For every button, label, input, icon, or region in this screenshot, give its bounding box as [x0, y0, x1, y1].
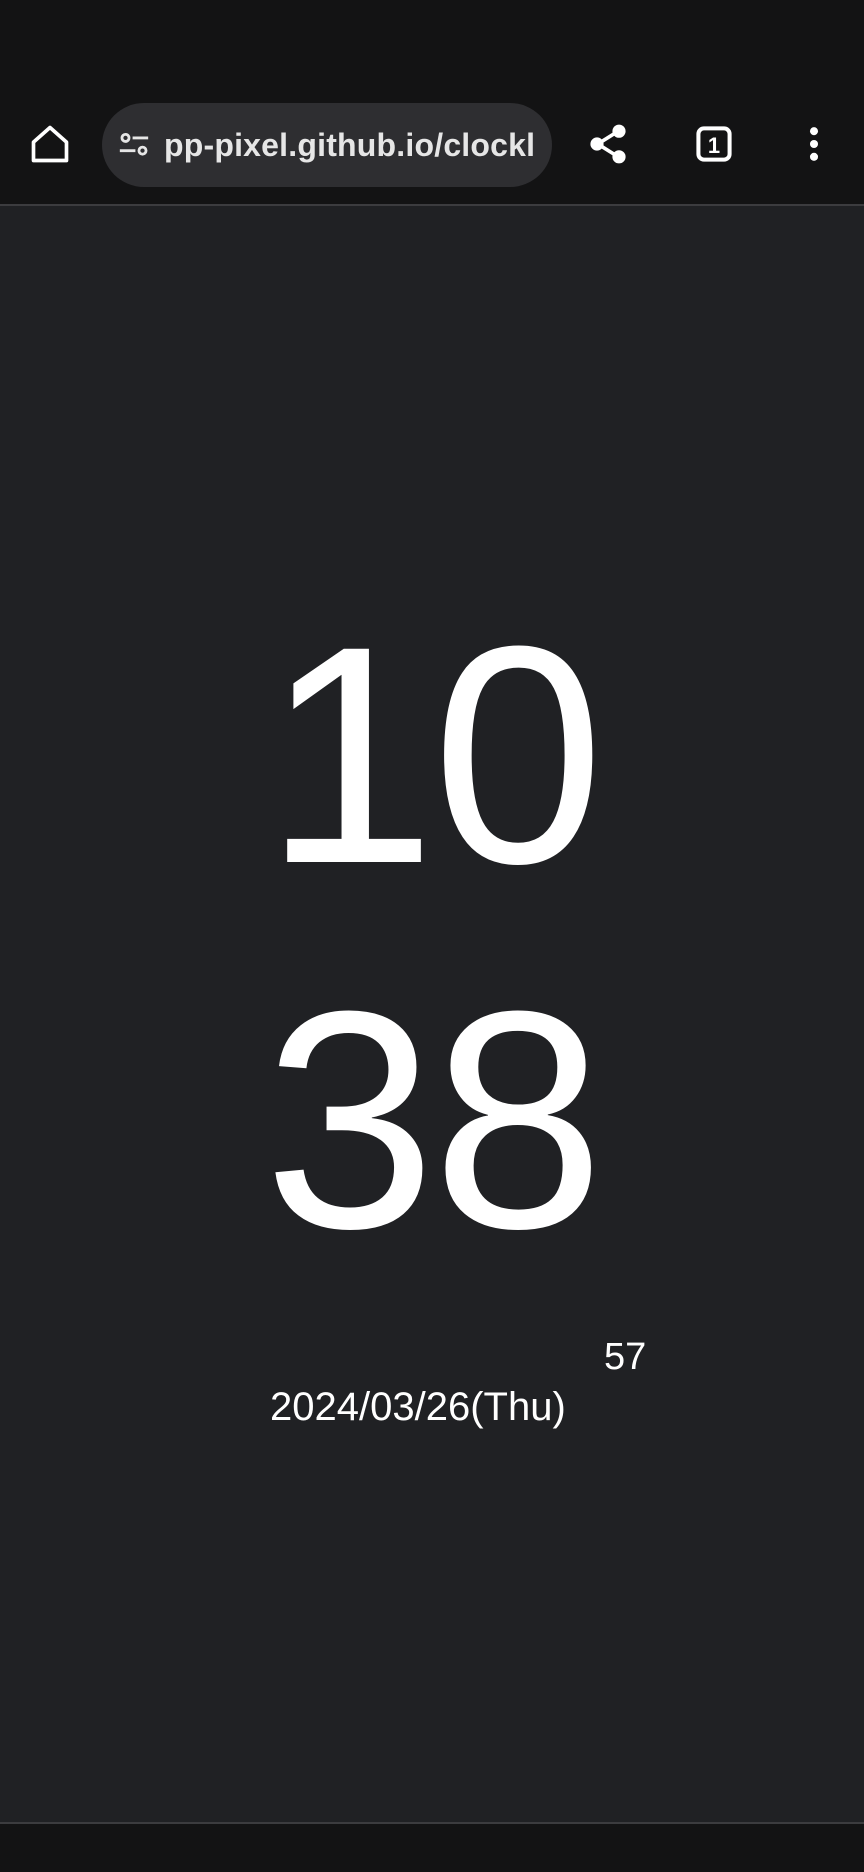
url-text[interactable]: pp-pixel.github.io/clockl	[164, 127, 534, 164]
tab-switcher-button[interactable]: 1	[678, 110, 750, 182]
address-bar[interactable]: pp-pixel.github.io/clockl	[102, 103, 552, 187]
menu-button[interactable]	[778, 110, 850, 182]
clock-date: 2024/03/26(Thu)	[270, 1385, 566, 1429]
home-icon	[28, 122, 72, 171]
share-button[interactable]	[572, 110, 644, 182]
more-vert-icon	[792, 122, 836, 171]
page: pp-pixel.github.io/clockl 1 10 38 57 202…	[0, 0, 864, 1872]
clock-minutes: 38	[263, 946, 605, 1293]
tab-count: 1	[707, 133, 721, 158]
navigation-bar	[0, 1822, 864, 1872]
site-settings-icon[interactable]	[116, 127, 152, 163]
clock-hours: 10	[263, 581, 605, 928]
clock-seconds: 57	[604, 1336, 647, 1378]
home-button[interactable]	[14, 110, 86, 182]
status-bar	[0, 0, 864, 100]
share-icon	[586, 122, 630, 171]
